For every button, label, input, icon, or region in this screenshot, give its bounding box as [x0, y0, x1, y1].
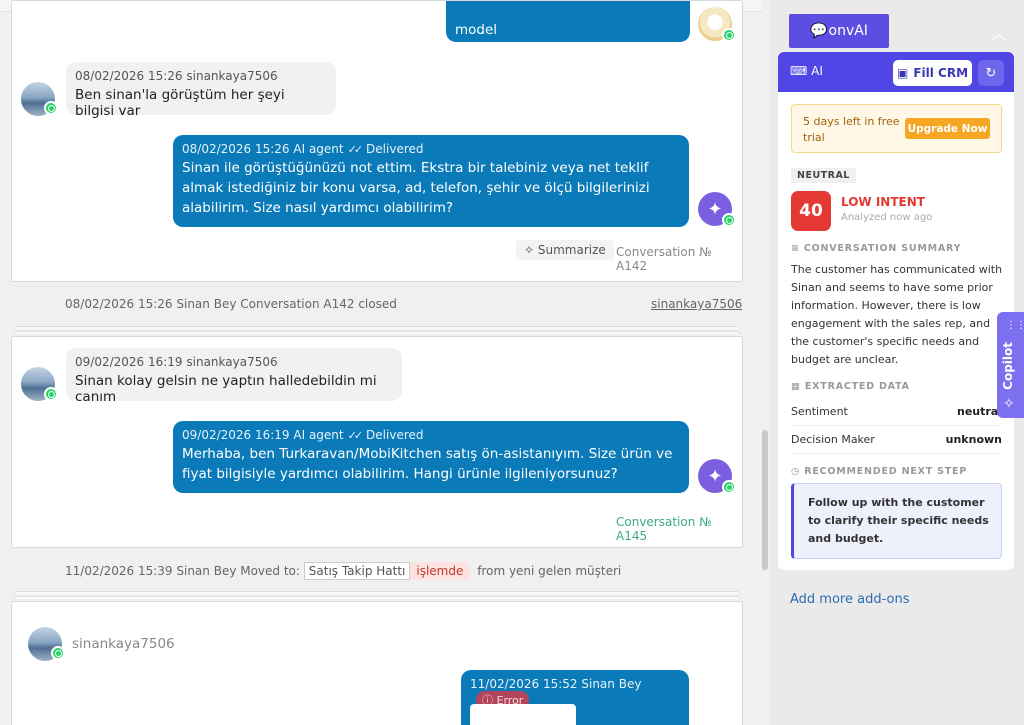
- pipeline-tag: Satış Takip Hattı: [303, 562, 411, 580]
- next-step-title: ◷ RECOMMENDED NEXT STEP: [791, 466, 967, 477]
- conversation-feed: model 08/02/2026 15:26 sinankaya7506 Ben…: [0, 0, 762, 725]
- fill-crm-button[interactable]: ▣ Fill CRM: [893, 60, 972, 86]
- conversation-number[interactable]: Conversation № A145: [616, 515, 742, 543]
- chat-bubble-icon: 💬: [810, 23, 828, 39]
- message-meta: 08/02/2026 15:26 AI agent ✓✓ Delivered: [182, 142, 680, 156]
- extracted-key: Sentiment: [791, 405, 848, 418]
- event-conversation-closed: 08/02/2026 15:26 Sinan Bey Conversation …: [65, 297, 397, 311]
- card-stack-edge: [14, 331, 740, 334]
- copilot-tab[interactable]: ⋮⋮ Copilot ✧: [997, 312, 1024, 418]
- delivery-status: Delivered: [366, 428, 424, 442]
- clock-icon: ◷: [791, 466, 805, 477]
- summary-title-text: CONVERSATION SUMMARY: [803, 243, 962, 254]
- double-check-icon: ✓✓: [347, 143, 364, 156]
- insights-panel: ⌨ AI ▣ Fill CRM ↻ 5 days left in free tri…: [778, 52, 1014, 570]
- whatsapp-icon: [44, 101, 58, 115]
- fill-crm-label: Fill CRM: [913, 66, 969, 80]
- convai-logo: ⌨ AI: [790, 64, 823, 78]
- extracted-title-text: EXTRACTED DATA: [804, 381, 910, 392]
- message-meta: 09/02/2026 16:19 AI agent ✓✓ Delivered: [182, 428, 680, 442]
- attachment-preview[interactable]: [470, 704, 576, 725]
- analyzed-time: Analyzed now ago: [841, 212, 933, 223]
- grid-icon: ▦: [791, 381, 805, 392]
- message-meta: 08/02/2026 15:26 sinankaya7506: [75, 69, 278, 83]
- convai-sidebar: 💬 onvAI ︿ ⌨ AI ▣ Fill CRM ↻ 5 days left in…: [770, 0, 1024, 725]
- chat-bubble-icon: ⌨: [790, 64, 808, 78]
- card-stack-edge: [14, 326, 740, 329]
- summarize-button[interactable]: ✧ Summarize: [516, 240, 614, 260]
- extracted-value: unknown: [945, 433, 1002, 446]
- message-text: Sinan ile görüştüğünüzü not ettim. Ekstr…: [182, 160, 650, 216]
- extracted-row: Decision Maker unknown: [791, 426, 1002, 454]
- next-step-title-text: RECOMMENDED NEXT STEP: [804, 466, 968, 477]
- chevron-up-icon[interactable]: ︿: [992, 24, 1006, 44]
- event-moved-prefix: 11/02/2026 15:39 Sinan Bey Moved to:: [65, 564, 300, 578]
- sparkle-icon: ✧: [524, 243, 538, 257]
- user-link[interactable]: sinankaya7506: [651, 297, 742, 311]
- extracted-title: ▦ EXTRACTED DATA: [791, 381, 910, 392]
- username: sinankaya7506: [72, 636, 175, 652]
- extracted-row: Sentiment neutral: [791, 398, 1002, 426]
- message-sender-time: 08/02/2026 15:26 AI agent: [182, 142, 344, 156]
- conversation-card-a142: model 08/02/2026 15:26 sinankaya7506 Ben…: [11, 0, 743, 282]
- stage-tag: işlemde: [410, 562, 470, 580]
- summary-title: ≡ CONVERSATION SUMMARY: [791, 243, 961, 254]
- message-bubble-outgoing: 08/02/2026 15:26 AI agent ✓✓ Delivered Sin…: [173, 135, 689, 227]
- intent-label: LOW INTENT: [841, 195, 925, 209]
- event-moved: 11/02/2026 15:39 Sinan Bey Moved to: Sat…: [65, 562, 621, 580]
- whatsapp-icon: [722, 28, 736, 42]
- message-bubble-incoming: 09/02/2026 16:19 sinankaya7506 Sinan kol…: [66, 348, 402, 405]
- event-moved-suffix: from yeni gelen müşteri: [477, 564, 622, 578]
- whatsapp-icon: [722, 480, 736, 494]
- summarize-label: Summarize: [537, 243, 606, 257]
- summary-text: The customer has communicated with Sinan…: [791, 263, 1003, 366]
- panel-logo-text: AI: [811, 64, 823, 78]
- card-stack-edge: [14, 591, 740, 594]
- message-bubble-outgoing: 09/02/2026 16:19 AI agent ✓✓ Delivered Mer…: [173, 421, 689, 493]
- refresh-icon: ↻: [985, 65, 997, 81]
- delivery-status: Delivered: [366, 142, 424, 156]
- tab-label: onvAI: [828, 23, 868, 39]
- whatsapp-icon: [722, 213, 736, 227]
- add-more-addons-link[interactable]: Add more add-ons: [790, 592, 909, 607]
- save-icon: ▣: [896, 66, 909, 80]
- whatsapp-icon: [51, 646, 65, 660]
- sparkle-icon: ✧: [1003, 396, 1015, 412]
- extracted-key: Decision Maker: [791, 433, 875, 446]
- panel-header: ⌨ AI ▣ Fill CRM ↻: [778, 52, 1014, 92]
- list-icon: ≡: [791, 243, 804, 254]
- trial-banner: 5 days left in free trial Upgrade Now: [791, 104, 1002, 153]
- card-stack-edge: [14, 596, 740, 599]
- refresh-button[interactable]: ↻: [978, 60, 1004, 86]
- message-sender-time: 11/02/2026 15:52 Sinan Bey: [470, 677, 642, 691]
- extracted-value: neutral: [957, 405, 1002, 418]
- sentiment-tag: NEUTRAL: [791, 168, 856, 183]
- conversation-number[interactable]: Conversation № A142: [616, 245, 742, 273]
- message-text: Merhaba, ben Turkaravan/MobiKitchen satı…: [182, 446, 673, 482]
- message-text: Ben sinan'la görüştüm her şeyi bilgisi v…: [75, 87, 285, 119]
- message-text: Sinan kolay gelsin ne yaptın halledebild…: [75, 373, 377, 405]
- intent-score: 40: [791, 191, 831, 231]
- double-check-icon: ✓✓: [347, 429, 364, 442]
- upgrade-button[interactable]: Upgrade Now: [905, 118, 990, 139]
- convai-tab[interactable]: 💬 onvAI: [789, 14, 889, 48]
- drag-handle-icon[interactable]: ⋮⋮: [1006, 320, 1024, 331]
- next-step-text: Follow up with the customer to clarify t…: [808, 496, 989, 545]
- message-bubble-outgoing: model: [446, 1, 690, 42]
- trial-text: 5 days left in free trial: [803, 115, 900, 144]
- whatsapp-icon: [44, 387, 58, 401]
- scrollbar[interactable]: [762, 430, 768, 570]
- next-step-box: Follow up with the customer to clarify t…: [791, 483, 1002, 559]
- message-bubble-incoming: 08/02/2026 15:26 sinankaya7506 Ben sinan…: [66, 62, 336, 119]
- message-text: model: [455, 22, 498, 38]
- conversation-card-a145: 09/02/2026 16:19 sinankaya7506 Sinan kol…: [11, 336, 743, 548]
- message-meta: 09/02/2026 16:19 sinankaya7506: [75, 355, 278, 369]
- conversation-card: sinankaya7506 11/02/2026 15:52 Sinan Bey…: [11, 601, 743, 725]
- message-bubble-outgoing: 11/02/2026 15:52 Sinan Beyⓘ Error: [461, 670, 689, 725]
- message-sender-time: 09/02/2026 16:19 AI agent: [182, 428, 344, 442]
- copilot-label: Copilot: [1001, 342, 1015, 390]
